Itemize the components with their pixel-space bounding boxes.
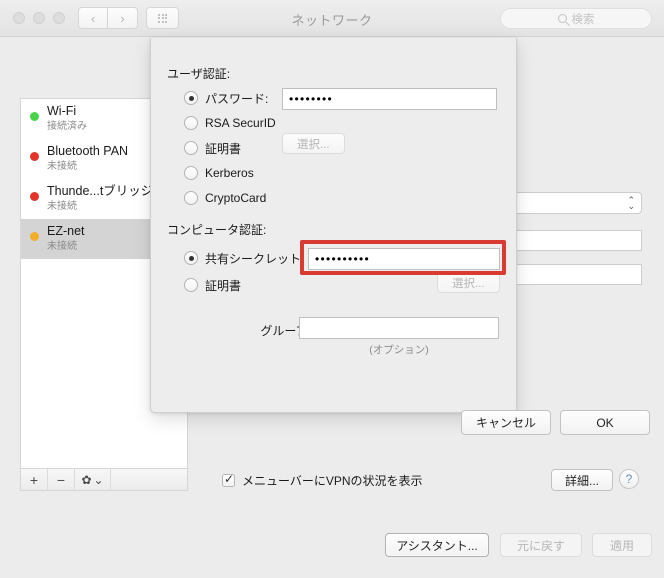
radio-label: パスワード: — [205, 91, 269, 106]
advanced-button[interactable]: 詳細... — [551, 469, 613, 491]
radio-icon[interactable] — [184, 141, 198, 155]
machine-certificate-select-button[interactable]: 選択... — [437, 272, 500, 293]
radio-label: 証明書 — [205, 278, 242, 293]
radio-shared-secret[interactable]: 共有シークレット: — [184, 248, 304, 268]
gear-icon: ✿ — [81, 472, 92, 487]
show-vpn-status-checkbox[interactable] — [222, 472, 235, 487]
status-dot — [30, 232, 39, 241]
status-dot — [30, 152, 39, 161]
radio-icon[interactable] — [184, 191, 198, 205]
status-dot — [30, 112, 39, 121]
radio-icon[interactable] — [184, 166, 198, 180]
group-name-field[interactable] — [299, 317, 499, 339]
search-icon — [557, 14, 567, 23]
search-input[interactable]: 検索 — [500, 8, 652, 29]
show-vpn-status-label: メニューバーにVPNの状況を表示 — [242, 473, 423, 488]
radio-user-certificate[interactable]: 証明書 — [184, 138, 241, 158]
add-service-button[interactable]: + — [21, 469, 48, 490]
radio-rsa-securid[interactable]: RSA SecurID — [184, 113, 276, 133]
service-list-toolbar: + − ✿ ⌄ — [20, 468, 188, 491]
cancel-button[interactable]: キャンセル — [461, 410, 551, 435]
radio-machine-certificate[interactable]: 証明書 — [184, 275, 241, 295]
radio-label: 共有シークレット: — [205, 251, 305, 266]
ok-button[interactable]: OK — [560, 410, 650, 435]
plus-icon: + — [29, 471, 39, 488]
chevron-down-icon: ⌄ — [93, 472, 104, 487]
server-address-field[interactable] — [506, 230, 642, 251]
radio-label: 証明書 — [205, 141, 242, 156]
configuration-popup[interactable]: ⌃ ⌄ — [506, 192, 642, 214]
machine-auth-section-title: コンピュータ認証: — [167, 223, 267, 237]
radio-icon[interactable] — [184, 278, 198, 292]
search-placeholder: 検索 — [571, 13, 595, 26]
service-actions-button[interactable]: ✿ ⌄ — [75, 469, 111, 490]
password-field[interactable]: •••••••• — [282, 88, 497, 110]
account-name-field[interactable] — [506, 264, 642, 285]
revert-button[interactable]: 元に戻す — [500, 533, 582, 557]
authentication-settings-sheet: ユーザ認証: パスワード: •••••••• RSA SecurID 証明書 選… — [150, 38, 650, 435]
user-certificate-select-button[interactable]: 選択... — [282, 133, 345, 154]
radio-icon[interactable] — [184, 116, 198, 130]
chevron-updown-icon: ⌃ ⌄ — [627, 195, 635, 211]
radio-cryptocard[interactable]: CryptoCard — [184, 188, 266, 208]
window-titlebar: ‹ › ネットワーク 検索 — [0, 0, 664, 37]
radio-label: RSA SecurID — [205, 116, 276, 130]
remove-service-button[interactable]: − — [48, 469, 75, 490]
user-auth-section-title: ユーザ認証: — [167, 67, 231, 81]
minus-icon: − — [56, 471, 66, 488]
radio-user-password[interactable]: パスワード: — [184, 88, 268, 108]
apply-button[interactable]: 適用 — [592, 533, 652, 557]
radio-icon[interactable] — [184, 251, 198, 265]
assistant-button[interactable]: アシスタント... — [385, 533, 489, 557]
help-button[interactable]: ? — [619, 469, 639, 489]
status-dot — [30, 192, 39, 201]
radio-label: CryptoCard — [205, 191, 267, 205]
radio-kerberos[interactable]: Kerberos — [184, 163, 254, 183]
shared-secret-field[interactable]: •••••••••• — [308, 248, 500, 270]
radio-label: Kerberos — [205, 166, 254, 180]
group-name-note: (オプション) — [369, 344, 429, 356]
radio-icon[interactable] — [184, 91, 198, 105]
